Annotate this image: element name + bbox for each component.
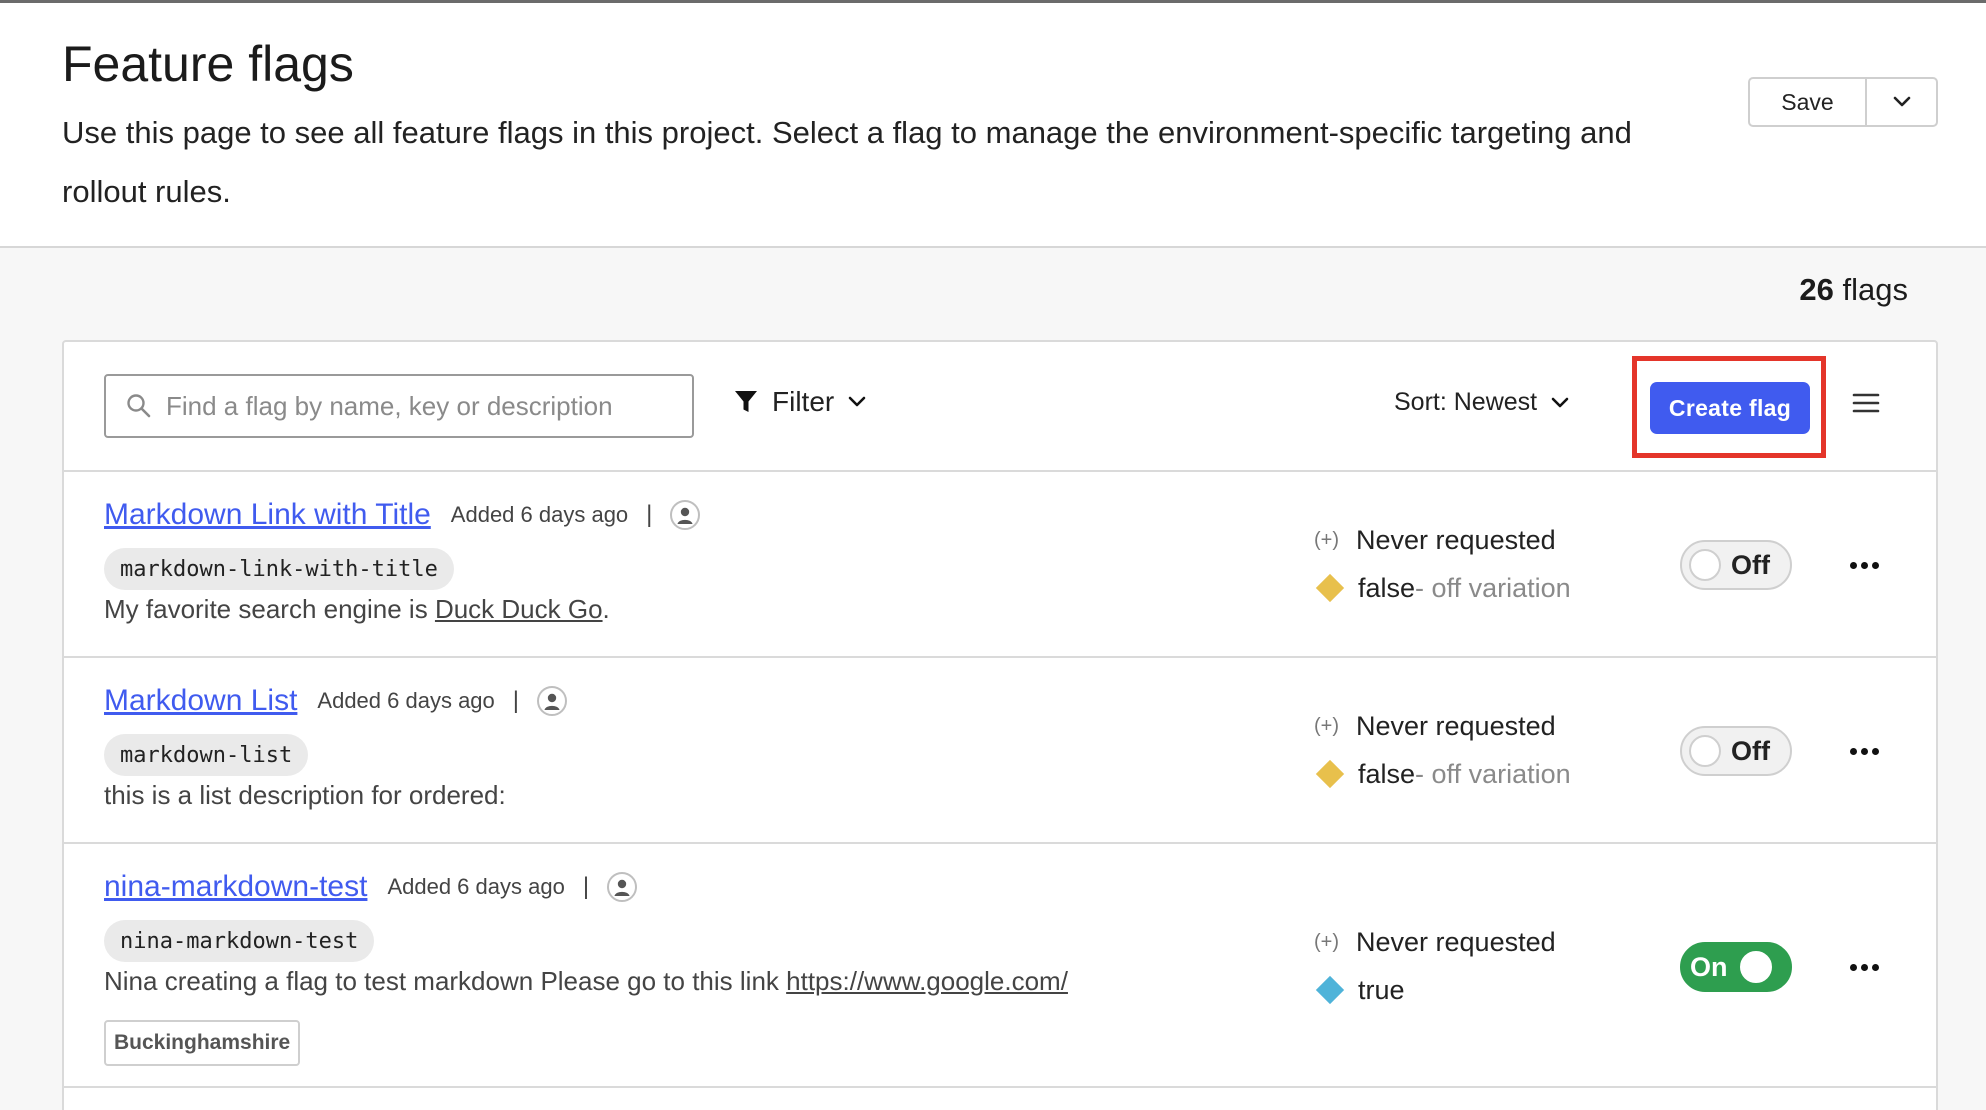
flag-toggle[interactable]: On xyxy=(1680,942,1792,992)
toggle-knob xyxy=(1689,735,1721,767)
separator: | xyxy=(512,687,520,714)
more-icon[interactable] xyxy=(1850,562,1879,569)
flag-description-text: this is a list description for ordered: xyxy=(104,780,506,810)
flag-count-number: 26 xyxy=(1799,272,1834,307)
variation-diamond-icon xyxy=(1315,573,1345,603)
variation-value: false xyxy=(1358,758,1416,789)
chevron-down-icon xyxy=(1893,96,1910,107)
filter-button[interactable]: Filter xyxy=(734,386,866,418)
flag-description-suffix: . xyxy=(602,594,610,624)
flag-name-link[interactable]: Markdown List xyxy=(104,684,297,718)
flag-count-label: flags xyxy=(1842,272,1908,307)
separator: | xyxy=(646,501,653,528)
chevron-down-icon xyxy=(848,396,866,407)
flag-added-date: Added 6 days ago xyxy=(450,502,629,527)
more-icon[interactable] xyxy=(1850,748,1879,755)
flag-row: Markdown Link with Title Added 6 days ag… xyxy=(64,472,1936,658)
flag-status: (+) Never requested false - off variation xyxy=(1314,702,1571,798)
toggle-label: Off xyxy=(1731,549,1770,580)
chevron-down-icon xyxy=(1551,397,1569,407)
flag-header: nina-markdown-test Added 6 days ago | xyxy=(104,870,638,904)
page-header: Feature flags Use this page to see all f… xyxy=(0,3,1986,248)
flag-description: Nina creating a flag to test markdown Pl… xyxy=(104,966,1068,997)
toggle-label: On xyxy=(1690,951,1728,982)
more-icon[interactable] xyxy=(1850,964,1879,971)
save-button[interactable]: Save xyxy=(1750,79,1867,125)
separator: | xyxy=(582,873,590,900)
filter-label: Filter xyxy=(772,386,835,417)
flag-added-date: Added 6 days ago xyxy=(387,874,565,899)
flag-description-text: Nina creating a flag to test markdown Pl… xyxy=(104,966,787,996)
variation-value: false xyxy=(1358,572,1416,603)
create-flag-button[interactable]: Create flag xyxy=(1650,382,1810,434)
toggle-label: Off xyxy=(1731,735,1770,766)
variation-label: - off variation xyxy=(1415,572,1571,603)
request-indicator: (+) xyxy=(1314,528,1339,551)
description-link[interactable]: Duck Duck Go xyxy=(435,594,603,624)
flag-tag[interactable]: Buckinghamshire xyxy=(104,1020,301,1066)
menu-icon[interactable] xyxy=(1852,392,1880,419)
flags-toolbar: Filter Sort: Newest Create flag xyxy=(64,342,1936,472)
description-link[interactable]: https://www.google.com/ xyxy=(786,966,1068,996)
flag-description: My favorite search engine is Duck Duck G… xyxy=(104,594,610,625)
flag-toggle[interactable]: Off xyxy=(1680,726,1792,776)
user-icon[interactable] xyxy=(537,686,568,716)
flag-toggle[interactable]: Off xyxy=(1680,540,1792,590)
page-description: Use this page to see all feature flags i… xyxy=(62,115,1632,209)
flag-description: this is a list description for ordered: xyxy=(104,780,506,811)
request-status: Never requested xyxy=(1356,926,1556,957)
flags-panel: Filter Sort: Newest Create flag Markdown… xyxy=(62,340,1938,1110)
toggle-knob xyxy=(1739,951,1772,983)
flag-added-date: Added 6 days ago xyxy=(317,688,495,713)
flag-row: nina-markdown-test Added 6 days ago | ni… xyxy=(64,844,1936,1088)
flag-name-link[interactable]: Markdown Link with Title xyxy=(104,498,431,532)
toggle-knob xyxy=(1689,549,1721,581)
flag-description-text: My favorite search engine is xyxy=(104,594,435,624)
request-status: Never requested xyxy=(1356,524,1556,555)
variation-diamond-icon xyxy=(1315,759,1345,789)
flag-header: Markdown Link with Title Added 6 days ag… xyxy=(104,498,701,532)
request-status: Never requested xyxy=(1356,710,1556,741)
flag-row: Markdown List Added 6 days ago | markdow… xyxy=(64,658,1936,844)
flag-status: (+) Never requested true xyxy=(1314,918,1556,1014)
search-icon xyxy=(127,394,151,418)
flag-status: (+) Never requested false - off variation xyxy=(1314,516,1571,612)
flag-key: markdown-link-with-title xyxy=(104,548,454,590)
flag-header: Markdown List Added 6 days ago | xyxy=(104,684,568,718)
search-box[interactable] xyxy=(104,374,694,438)
user-icon[interactable] xyxy=(670,500,701,530)
request-indicator: (+) xyxy=(1314,930,1339,953)
flag-name-link[interactable]: nina-markdown-test xyxy=(104,870,367,904)
sort-dropdown[interactable]: Sort: Newest xyxy=(1394,388,1569,417)
flag-key: markdown-list xyxy=(104,734,309,776)
user-icon[interactable] xyxy=(607,872,638,902)
flag-key: nina-markdown-test xyxy=(104,920,375,962)
request-indicator: (+) xyxy=(1314,714,1339,737)
variation-diamond-icon xyxy=(1315,975,1345,1005)
sort-label: Sort: Newest xyxy=(1394,388,1538,416)
search-input[interactable] xyxy=(166,390,646,422)
flag-count: 26 flags xyxy=(1799,272,1908,308)
save-button-group: Save xyxy=(1748,77,1938,127)
save-dropdown-button[interactable] xyxy=(1867,79,1936,125)
filter-icon xyxy=(735,391,757,412)
page-title: Feature flags xyxy=(62,36,354,92)
variation-label: - off variation xyxy=(1415,758,1571,789)
variation-value: true xyxy=(1358,974,1405,1005)
